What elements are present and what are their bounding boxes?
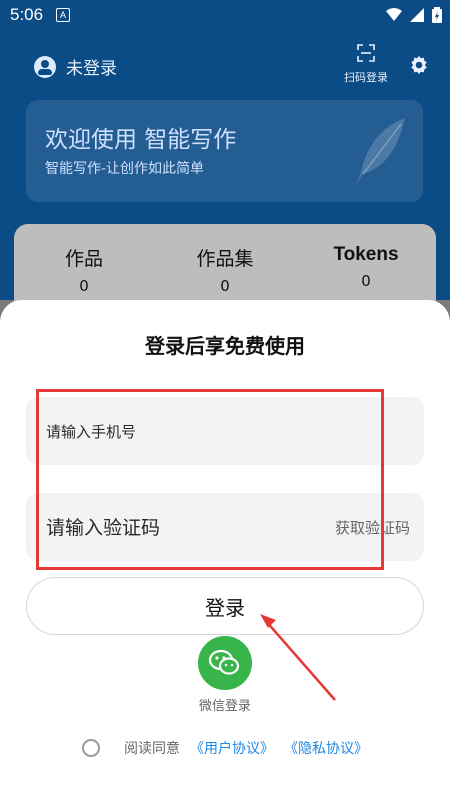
user-agreement-link[interactable]: 《用户协议》: [190, 738, 274, 758]
status-time: 5:06: [10, 5, 44, 24]
notification-icon: A: [56, 8, 70, 22]
scan-icon: [357, 44, 375, 62]
phone-field: [26, 397, 424, 467]
stat-tokens[interactable]: Tokens 0: [306, 244, 426, 290]
welcome-banner: 欢迎使用 智能写作 智能写作-让创作如此简单: [26, 100, 423, 202]
wechat-icon: [208, 649, 240, 675]
wechat-login-button[interactable]: [198, 636, 252, 690]
cellular-signal-icon: [410, 8, 424, 22]
wechat-login-label: 微信登录: [198, 699, 251, 714]
radio-unchecked-icon[interactable]: [82, 739, 100, 757]
wifi-icon: [386, 8, 402, 21]
get-code-button[interactable]: 获取验证码: [335, 517, 410, 538]
banner-title: 欢迎使用 智能写作: [45, 127, 237, 153]
stat-works[interactable]: 作品 0: [24, 244, 144, 295]
stat-value: 0: [361, 272, 371, 290]
gear-icon[interactable]: [408, 54, 430, 76]
privacy-agreement-link[interactable]: 《隐私协议》: [284, 738, 368, 758]
stat-value: 0: [220, 277, 230, 295]
agreement-row: 阅读同意 《用户协议》 《隐私协议》: [82, 738, 368, 758]
scan-login-button[interactable]: 扫码登录: [342, 44, 390, 85]
login-title: 登录后享免费使用: [145, 334, 305, 358]
status-icons: [386, 7, 442, 23]
stat-label: Tokens: [333, 244, 399, 265]
phone-input[interactable]: [44, 397, 308, 467]
user-status-label: 未登录: [66, 59, 117, 79]
stat-label: 作品: [64, 248, 103, 270]
battery-icon: [432, 7, 442, 23]
scan-login-label: 扫码登录: [344, 71, 388, 84]
stat-collections[interactable]: 作品集 0: [165, 244, 285, 295]
stat-value: 0: [79, 277, 89, 295]
login-entry[interactable]: 未登录: [34, 54, 117, 79]
code-field: 获取验证码: [26, 493, 424, 563]
account-circle-icon: [34, 55, 56, 78]
feather-icon: [357, 118, 405, 184]
status-bar: 5:06 A: [0, 0, 450, 30]
app-header: 未登录 扫码登录: [0, 38, 450, 98]
stat-label: 作品集: [196, 248, 254, 270]
agreement-prefix: 阅读同意: [124, 741, 180, 757]
login-button[interactable]: 登录: [26, 577, 424, 635]
banner-subtitle: 智能写作-让创作如此简单: [45, 161, 205, 177]
verification-code-input[interactable]: [44, 493, 308, 563]
